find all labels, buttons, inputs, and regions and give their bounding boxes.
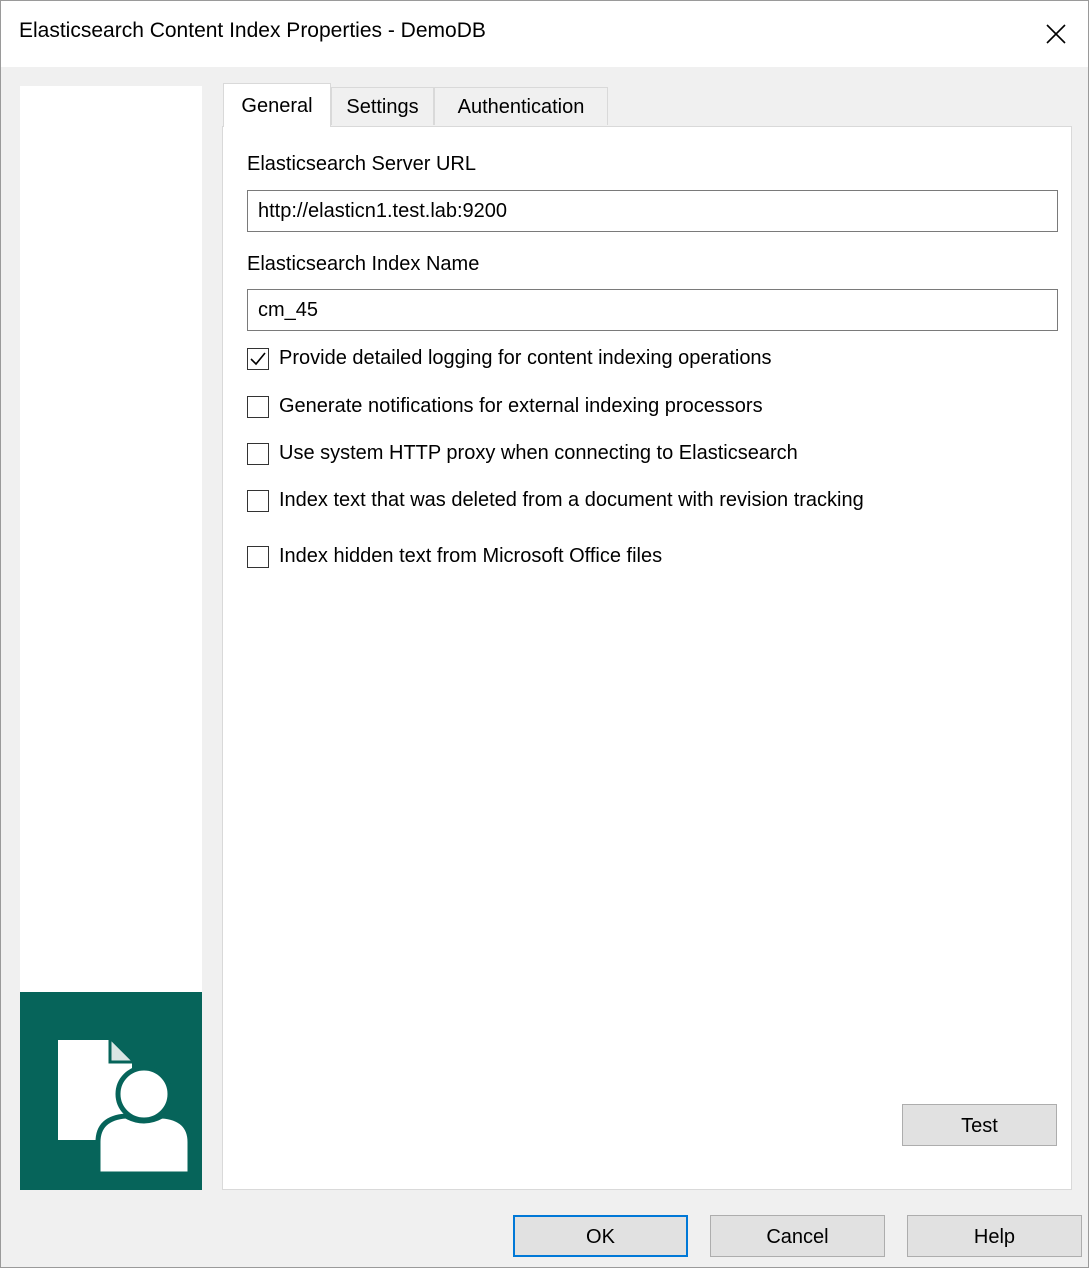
close-icon xyxy=(1046,24,1066,44)
index-name-input[interactable] xyxy=(247,289,1058,331)
index-name-label: Elasticsearch Index Name xyxy=(247,253,480,275)
hidden-text-checkbox[interactable] xyxy=(247,545,269,568)
properties-dialog: Elasticsearch Content Index Properties -… xyxy=(0,0,1089,1268)
tab-authentication[interactable]: Authentication xyxy=(434,87,608,125)
deleted-text-label: Index text that was deleted from a docum… xyxy=(279,489,864,511)
cancel-button[interactable]: Cancel xyxy=(710,1215,885,1257)
notifications-option[interactable]: Generate notifications for external inde… xyxy=(247,395,763,418)
side-banner xyxy=(20,86,202,1190)
deleted-text-option[interactable]: Index text that was deleted from a docum… xyxy=(247,489,864,512)
title-bar: Elasticsearch Content Index Properties -… xyxy=(1,1,1088,67)
detailed-logging-label: Provide detailed logging for content ind… xyxy=(279,347,772,369)
general-tab-panel: Elasticsearch Server URL Elasticsearch I… xyxy=(222,126,1072,1190)
http-proxy-option[interactable]: Use system HTTP proxy when connecting to… xyxy=(247,442,798,465)
detailed-logging-checkbox[interactable] xyxy=(247,347,269,370)
http-proxy-label: Use system HTTP proxy when connecting to… xyxy=(279,442,798,464)
tab-general-label: General xyxy=(241,95,313,117)
checkmark-icon xyxy=(250,351,266,365)
server-url-input[interactable] xyxy=(247,190,1058,232)
tab-settings[interactable]: Settings xyxy=(331,87,434,125)
tab-authentication-label: Authentication xyxy=(457,96,585,118)
tab-general[interactable]: General xyxy=(223,83,331,127)
ok-button[interactable]: OK xyxy=(513,1215,688,1257)
logo xyxy=(20,992,202,1190)
window-title: Elasticsearch Content Index Properties -… xyxy=(19,19,486,42)
deleted-text-checkbox[interactable] xyxy=(247,489,269,512)
document-user-icon xyxy=(58,1040,193,1177)
close-button[interactable] xyxy=(1024,1,1088,67)
hidden-text-option[interactable]: Index hidden text from Microsoft Office … xyxy=(247,545,662,568)
notifications-label: Generate notifications for external inde… xyxy=(279,395,763,417)
help-button[interactable]: Help xyxy=(907,1215,1082,1257)
http-proxy-checkbox[interactable] xyxy=(247,442,269,465)
server-url-label: Elasticsearch Server URL xyxy=(247,153,476,175)
test-button[interactable]: Test xyxy=(902,1104,1057,1146)
tab-settings-label: Settings xyxy=(346,96,419,118)
notifications-checkbox[interactable] xyxy=(247,395,269,418)
hidden-text-label: Index hidden text from Microsoft Office … xyxy=(279,545,663,567)
detailed-logging-option[interactable]: Provide detailed logging for content ind… xyxy=(247,347,772,370)
